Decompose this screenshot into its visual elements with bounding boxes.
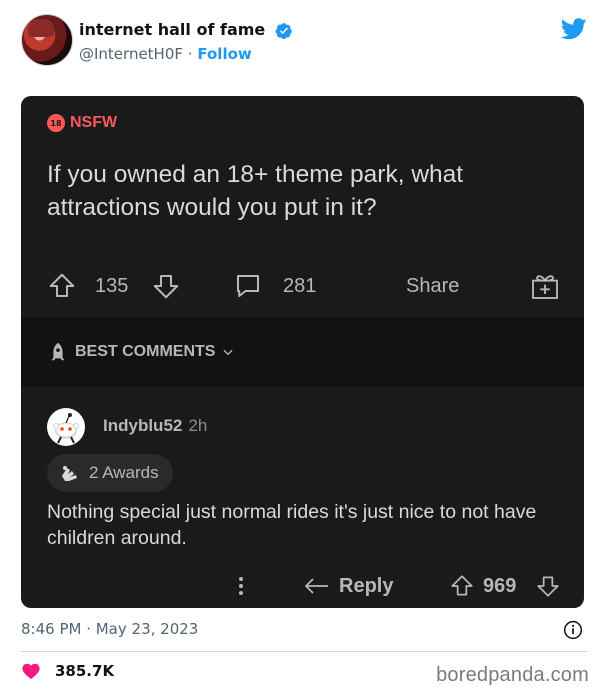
verified-badge-icon (275, 23, 292, 40)
award-icon (62, 466, 77, 481)
like-section[interactable]: 385.7K (21, 662, 114, 680)
author-handle[interactable]: @InternetH0F (79, 45, 183, 63)
heart-icon[interactable] (21, 662, 41, 680)
upvote-arrow-icon (49, 273, 75, 297)
rocket-icon (51, 342, 65, 361)
comment-action-bar: Reply 969 (21, 566, 584, 606)
post-title[interactable]: If you owned an 18+ theme park, what att… (47, 158, 557, 224)
downvote-button[interactable] (151, 264, 181, 308)
reply-arrow-icon (305, 578, 328, 594)
comment-count: 281 (283, 274, 317, 297)
comment-meta: Indyblu52 2h (103, 416, 207, 436)
tweet-timestamp[interactable]: 8:46 PM · May 23, 2023 (21, 620, 198, 638)
chevron-down-icon (223, 349, 233, 356)
comments-button[interactable] (233, 264, 263, 308)
handle-separator: · (187, 45, 193, 63)
comment-body: Nothing special just normal rides it's j… (47, 501, 537, 549)
comment-upvote-button[interactable]: 969 (449, 566, 516, 606)
awards-label: 2 Awards (89, 463, 159, 482)
handle-row: @InternetH0F · Follow (79, 45, 252, 63)
comment-age: 2h (188, 416, 208, 435)
upvote-button[interactable] (47, 264, 77, 308)
reply-button[interactable]: Reply (303, 566, 393, 606)
info-icon[interactable] (563, 620, 583, 640)
commenter-avatar[interactable] (47, 408, 85, 446)
comment-bubble-icon (237, 275, 259, 297)
follow-button[interactable]: Follow (197, 45, 251, 63)
nsfw-badge-icon: 18 (47, 114, 65, 132)
comment-sort-bar[interactable]: BEST COMMENTS (21, 317, 584, 387)
more-options-button[interactable] (231, 566, 251, 606)
downvote-arrow-icon (153, 275, 179, 299)
nsfw-tag: 18 NSFW (47, 114, 117, 132)
comment-downvote-button[interactable] (535, 566, 561, 606)
comment-vote-count: 969 (483, 574, 517, 597)
author-name[interactable]: internet hall of fame (79, 20, 265, 39)
watermark: boredpanda.com (436, 664, 589, 686)
footer-divider (21, 651, 587, 652)
downvote-arrow-icon (537, 576, 559, 597)
upvote-count: 135 (95, 274, 129, 297)
more-dots-icon (239, 577, 243, 595)
tweet-header: internet hall of fame @InternetH0F · Fol… (21, 14, 587, 70)
reddit-post-card[interactable]: 18 NSFW If you owned an 18+ theme park, … (21, 96, 584, 608)
awards-badge[interactable]: 2 Awards (47, 454, 173, 492)
upvote-arrow-icon (451, 575, 473, 596)
post-action-bar: 135 281 Share (21, 264, 584, 308)
twitter-bird-icon[interactable] (561, 18, 587, 40)
gift-button[interactable] (529, 264, 561, 308)
share-button[interactable]: Share (406, 264, 459, 308)
nsfw-label: NSFW (70, 114, 118, 131)
author-avatar[interactable] (21, 14, 73, 66)
sort-label: BEST COMMENTS (75, 343, 216, 360)
reply-label: Reply (339, 574, 394, 597)
like-count: 385.7K (55, 662, 115, 680)
comment-username[interactable]: Indyblu52 (103, 416, 182, 436)
gift-icon (532, 275, 558, 299)
